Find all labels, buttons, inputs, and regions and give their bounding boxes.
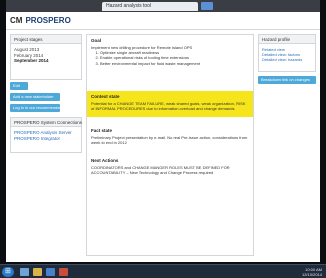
system-connections-title: PROSPERO System Connections [11,118,82,127]
fact-section: Fact state Preliminary Project presentat… [87,125,253,147]
log-recommendations-button[interactable]: Log in in our recommendations [10,104,60,112]
system-connections-panel: PROSPERO System Connections PROSPERO Ana… [10,117,82,153]
browser-toolbar: Hazard analysis tool [6,0,320,12]
browser-window: Hazard analysis tool CM PROSPERO Project … [6,0,320,262]
integrator-link[interactable]: PROSPERO Integrator [14,136,78,142]
goal-list: Optimize single aircraft readiness Enabl… [91,50,249,66]
browser-tab-title: Hazard analysis tool [106,3,152,9]
hazard-links: Related view Detailed view: factors Deta… [259,44,315,66]
stage-item-active[interactable]: September 2014 [14,58,78,64]
edit-button[interactable]: Edit [10,82,28,90]
fact-text: Preliminary Project presentation by e-ma… [91,135,248,146]
context-text: Potential for a CHANGE TEAM FAILURE, wea… [91,101,246,112]
fact-heading: Fact state [91,128,113,133]
next-actions-heading: Next Actions [91,158,119,163]
app-page: CM PROSPERO Project stages August 2013 Fe… [6,12,320,262]
hazard-profile-panel: Hazard profile Related view Detailed vie… [258,34,316,72]
logo: CM PROSPERO [10,16,71,25]
app-header: CM PROSPERO [6,12,320,30]
breakdown-changes-button[interactable]: Breakdown link on changes [258,76,316,84]
main-content: Goal Implement new drilling procedure fo… [86,34,254,256]
browser-action-button[interactable] [201,2,213,10]
next-actions-section: Next Actions COORDINATORS and CHANGE MAN… [87,155,253,177]
app-icon[interactable] [59,268,68,276]
next-actions-text: COORDINATORS and CHANGE MANGER ROLES MUS… [91,165,230,176]
context-heading: Context state [91,94,120,99]
hazard-profile-title: Hazard profile [259,35,315,44]
project-stages-panel: Project stages August 2013 February 2014… [10,34,82,80]
system-links: PROSPERO Analysis Server PROSPERO Integr… [11,127,81,145]
start-button[interactable]: ⊞ [2,267,14,277]
explorer-icon[interactable] [20,268,29,276]
project-stages-title: Project stages [11,35,81,44]
system-tray-clock[interactable]: 10:00 AM 12/10/2014 [302,267,322,277]
browser-icon[interactable] [46,268,55,276]
logo-name: PROSPERO [25,16,71,25]
tray-date: 12/10/2014 [301,272,322,277]
taskbar: ⊞ 10:00 AM 12/10/2014 [0,264,326,278]
goal-section: Goal Implement new drilling procedure fo… [87,35,253,87]
add-stakeholder-button[interactable]: Add a new stakeholder [10,93,60,101]
folder-icon[interactable] [33,268,42,276]
stage-list: August 2013 February 2014 September 2014 [11,44,81,67]
context-section: Context state Potential for a CHANGE TEA… [87,91,253,117]
browser-tab[interactable]: Hazard analysis tool [102,2,198,11]
logo-prefix: CM [10,16,23,25]
hazards-view-link[interactable]: Detailed view: hazards [262,57,312,62]
goal-heading: Goal [91,38,102,43]
goal-item: Better environmental impact for fluid wa… [100,61,249,66]
windows-icon: ⊞ [5,268,11,275]
